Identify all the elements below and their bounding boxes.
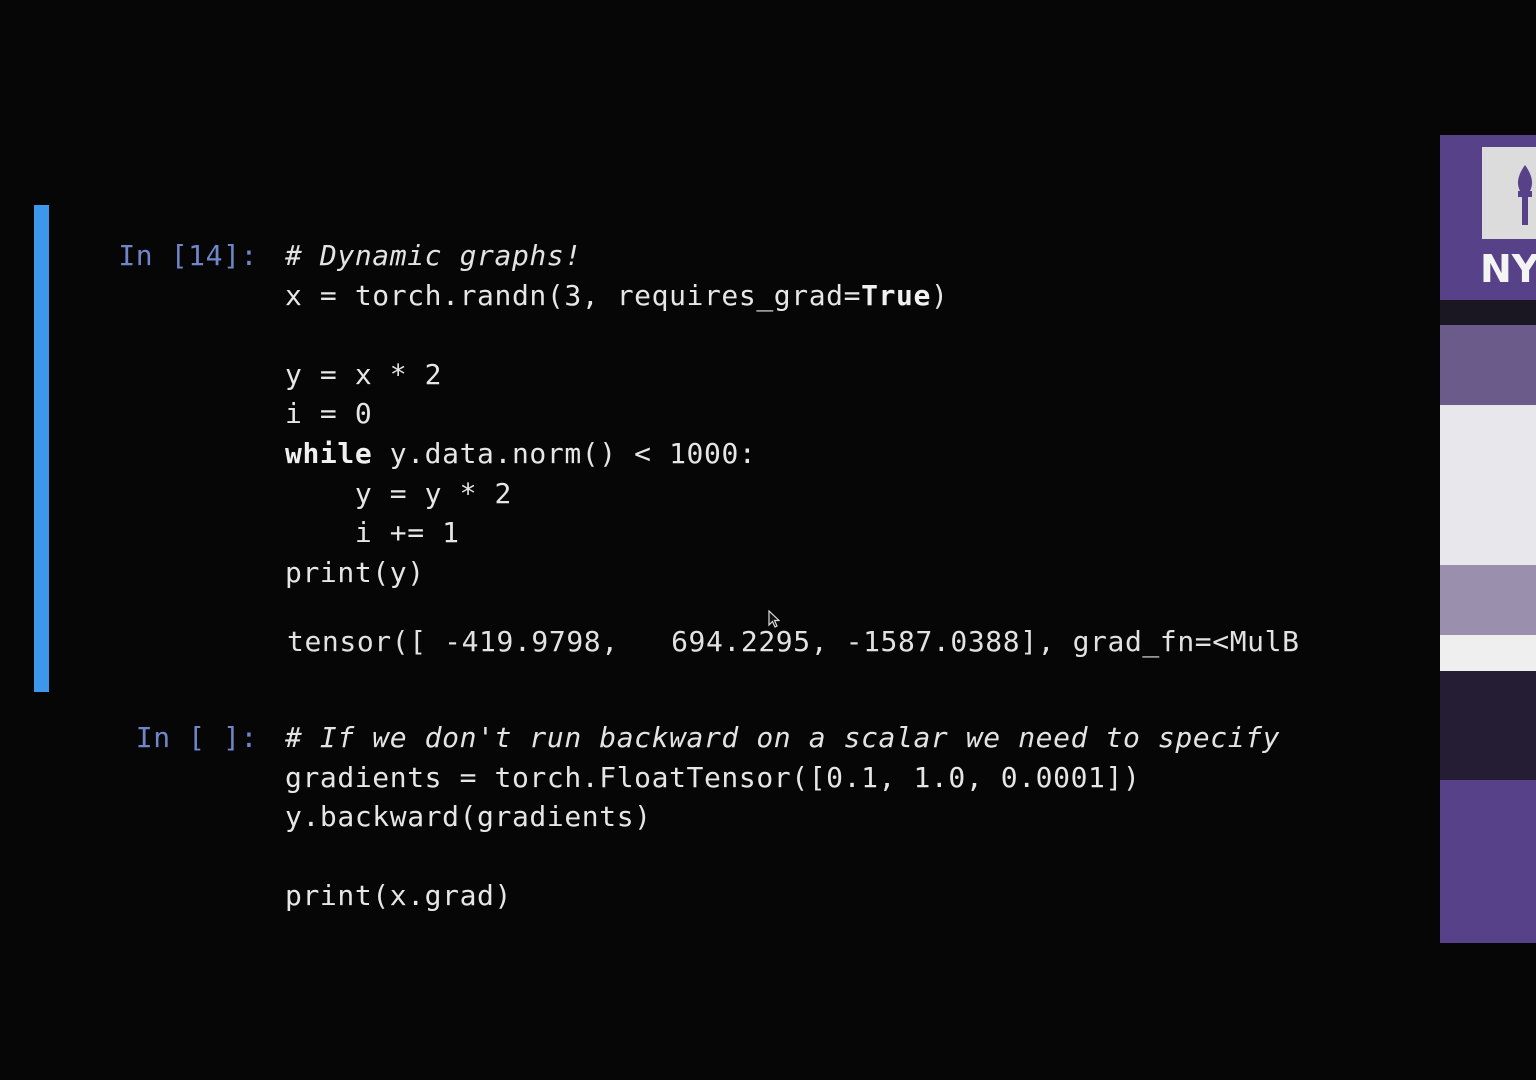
cell-selection-bar	[34, 205, 49, 692]
code-line: print(x.grad)	[285, 879, 512, 912]
code-line: i = 0	[285, 397, 373, 430]
code-line: print(y)	[285, 556, 425, 589]
nyu-footer-banner	[1440, 780, 1536, 943]
code-line: y = y * 2	[285, 477, 512, 510]
cell-prompt: In [14]:	[118, 239, 258, 272]
code-text: x = torch.randn(3, requires_grad=	[285, 279, 862, 312]
code-keyword: True	[861, 279, 931, 312]
video-region	[1440, 405, 1536, 565]
mouse-cursor-icon	[768, 610, 780, 628]
code-keyword: while	[285, 437, 373, 470]
code-text: y.data.norm() < 1000:	[372, 437, 757, 470]
code-line: y = x * 2	[285, 358, 443, 391]
code-line: while y.data.norm() < 1000:	[285, 434, 756, 474]
cell-output: tensor([ -419.9798, 694.2295, -1587.0388…	[287, 625, 1300, 658]
code-line: i += 1	[285, 516, 460, 549]
torch-icon	[1517, 165, 1533, 225]
video-region	[1440, 565, 1536, 635]
video-region	[1440, 325, 1536, 405]
video-region	[1440, 635, 1536, 671]
side-video-panel: NY	[1440, 135, 1536, 943]
nyu-logo-text: NY	[1480, 247, 1536, 291]
cell-prompt: In [ ]:	[135, 721, 258, 754]
code-line: x = torch.randn(3, requires_grad=True)	[285, 276, 948, 316]
code-line: gradients = torch.FloatTensor([0.1, 1.0,…	[285, 761, 1141, 794]
video-region	[1440, 671, 1536, 781]
code-line-comment: # If we don't run backward on a scalar w…	[285, 721, 1281, 754]
code-line-comment: # Dynamic graphs!	[285, 239, 582, 272]
code-line: y.backward(gradients)	[285, 800, 652, 833]
code-text: )	[930, 279, 949, 312]
